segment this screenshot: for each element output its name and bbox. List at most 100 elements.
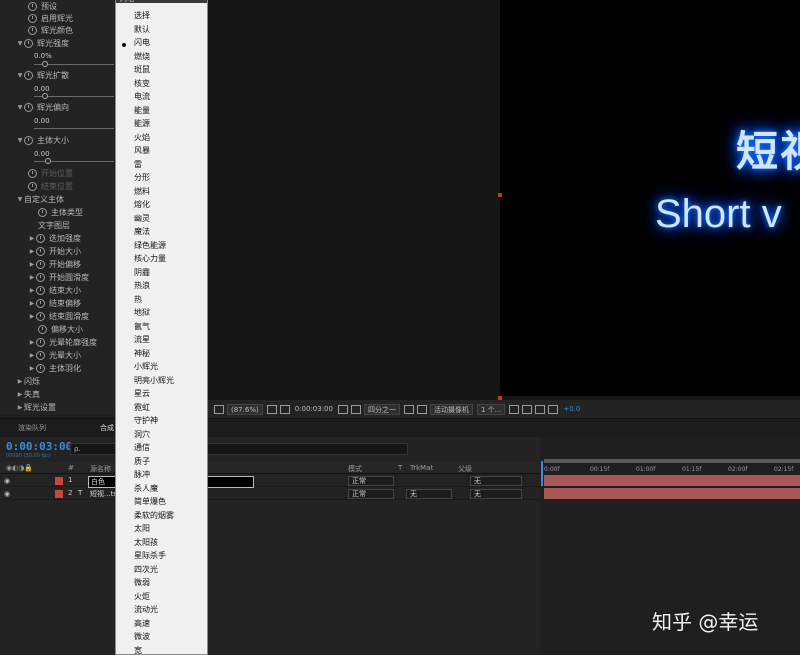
stopwatch-icon[interactable]: [28, 2, 37, 11]
eye-icon[interactable]: ◉: [4, 477, 10, 485]
header-parent[interactable]: 父级: [458, 464, 472, 474]
property-row[interactable]: ▶ 结束偏移: [28, 297, 81, 310]
collapse-arrow-icon[interactable]: ▶: [28, 339, 36, 346]
dropdown-option[interactable]: 分形: [134, 173, 150, 183]
dropdown-option[interactable]: 太阳孩: [134, 538, 158, 548]
snapshot-icon[interactable]: [522, 404, 533, 414]
resolution-select[interactable]: 四分之一: [363, 403, 400, 415]
dropdown-option[interactable]: 氤气: [134, 322, 150, 332]
dropdown-option[interactable]: 闪电: [134, 38, 150, 48]
parent-select[interactable]: 无: [470, 476, 522, 486]
dropdown-option[interactable]: 阴霾: [134, 268, 150, 278]
dropdown-option[interactable]: 星云: [134, 389, 150, 399]
collapse-arrow-icon[interactable]: ▶: [28, 300, 36, 307]
eye-icon[interactable]: ◉: [4, 490, 10, 498]
layer-duration-bar[interactable]: [544, 488, 800, 499]
viewer-timecode[interactable]: 0:00:03:00: [293, 404, 335, 415]
render-icon[interactable]: [548, 404, 559, 414]
dropdown-option[interactable]: 选择: [134, 11, 150, 21]
property-row[interactable]: ▶ 光晕轮廓强度: [28, 336, 97, 349]
label-color-swatch[interactable]: [55, 490, 63, 498]
zoom-select[interactable]: (87.6%): [227, 403, 263, 415]
property-group[interactable]: ▶ 失真: [16, 388, 40, 401]
property-row[interactable]: ▶ 主体羽化: [28, 362, 81, 375]
dropdown-option[interactable]: 热浪: [134, 281, 150, 291]
dropdown-option[interactable]: 绿色能源: [134, 241, 166, 251]
property-row[interactable]: ▶ 结束圆滑度: [28, 310, 89, 323]
stopwatch-icon[interactable]: [36, 299, 45, 308]
expand-arrow-icon[interactable]: ▼: [16, 40, 24, 47]
property-value[interactable]: 0.00: [34, 85, 50, 93]
dropdown-option[interactable]: 守护神: [134, 416, 158, 426]
property-row[interactable]: ▼ 辉光偏向: [16, 101, 69, 114]
stopwatch-icon[interactable]: [24, 71, 33, 80]
region-icon[interactable]: [279, 404, 290, 414]
monitor-icon[interactable]: [214, 404, 224, 414]
dropdown-option[interactable]: 明亮小辉光: [134, 376, 174, 386]
slider-knob[interactable]: [45, 158, 51, 164]
header-trkmat[interactable]: TrkMat: [410, 464, 433, 472]
dropdown-option[interactable]: 简单爆色: [134, 497, 166, 507]
work-area-bar[interactable]: [544, 459, 800, 463]
dropdown-option[interactable]: 流动光: [134, 605, 158, 615]
views-select[interactable]: 1 个...: [476, 403, 506, 415]
current-time-indicator[interactable]: [541, 461, 543, 486]
dropdown-option[interactable]: 默认: [134, 25, 150, 35]
flowchart-icon[interactable]: [535, 404, 546, 414]
property-row[interactable]: ▶ 光晕大小: [28, 349, 81, 362]
stopwatch-icon[interactable]: [36, 247, 45, 256]
dropdown-option[interactable]: 流星: [134, 335, 150, 345]
dropdown-option[interactable]: 幽灵: [134, 214, 150, 224]
trkmat-select[interactable]: 无: [406, 489, 452, 499]
expand-arrow-icon[interactable]: ▼: [16, 137, 24, 144]
current-time-display[interactable]: 0:00:03:00: [6, 440, 72, 453]
layer-handle[interactable]: [498, 193, 502, 197]
dropdown-option[interactable]: 杀人魔: [134, 484, 158, 494]
property-row[interactable]: 文字图层: [38, 219, 70, 232]
dropdown-option[interactable]: 小辉光: [134, 362, 158, 372]
dropdown-option[interactable]: 雷: [134, 160, 142, 170]
mode-select[interactable]: 正常: [348, 489, 394, 499]
dropdown-option[interactable]: 微弱: [134, 578, 150, 588]
dropdown-option[interactable]: 能量: [134, 106, 150, 116]
collapse-arrow-icon[interactable]: ▶: [16, 404, 24, 411]
layer-row[interactable]: ◉ 2 T 短视...ts 正常 无 无: [0, 488, 540, 500]
dropdown-option[interactable]: 地狱: [134, 308, 150, 318]
dropdown-option[interactable]: 斑鼠: [134, 65, 150, 75]
transparency-grid-icon[interactable]: [416, 404, 427, 414]
stopwatch-icon[interactable]: [38, 325, 47, 334]
stopwatch-icon[interactable]: [36, 364, 45, 373]
stopwatch-icon[interactable]: [24, 136, 33, 145]
dropdown-option[interactable]: 通信: [134, 443, 150, 453]
stopwatch-icon[interactable]: [36, 338, 45, 347]
property-value[interactable]: 0.00: [34, 117, 50, 125]
expand-arrow-icon[interactable]: ▼: [16, 72, 24, 79]
stopwatch-icon[interactable]: [36, 234, 45, 243]
dropdown-option[interactable]: 星际杀手: [134, 551, 166, 561]
expand-arrow-icon[interactable]: ▼: [16, 196, 24, 203]
dropdown-option[interactable]: 宽: [134, 646, 142, 655]
stopwatch-icon[interactable]: [36, 286, 45, 295]
property-row[interactable]: ▼ 辉光扩散: [16, 69, 69, 82]
collapse-arrow-icon[interactable]: ▶: [28, 313, 36, 320]
dropdown-option[interactable]: 魔法: [134, 227, 150, 237]
property-row[interactable]: ▶ 开始偏移: [28, 258, 81, 271]
channel-icon[interactable]: [350, 404, 361, 414]
property-row[interactable]: 主体类型: [38, 206, 83, 219]
dropdown-option[interactable]: 火焰: [134, 133, 150, 143]
property-group[interactable]: ▶ 辉光设置: [16, 401, 56, 414]
parent-select[interactable]: 无: [470, 489, 522, 499]
mode-select[interactable]: 正常: [348, 476, 394, 486]
collapse-arrow-icon[interactable]: ▶: [28, 287, 36, 294]
dropdown-option[interactable]: 脉冲: [134, 470, 150, 480]
grid-icon[interactable]: [403, 404, 414, 414]
layer-duration-bar[interactable]: [544, 475, 800, 486]
expand-arrow-icon[interactable]: ▼: [16, 104, 24, 111]
dropdown-option[interactable]: 洞穴: [134, 430, 150, 440]
label-color-swatch[interactable]: [55, 477, 63, 485]
collapse-arrow-icon[interactable]: ▶: [16, 378, 24, 385]
slider-knob[interactable]: [42, 61, 48, 67]
collapse-arrow-icon[interactable]: ▶: [28, 261, 36, 268]
property-row[interactable]: ▼ 辉光强度: [16, 37, 69, 50]
property-value[interactable]: 0.0%: [34, 52, 52, 60]
